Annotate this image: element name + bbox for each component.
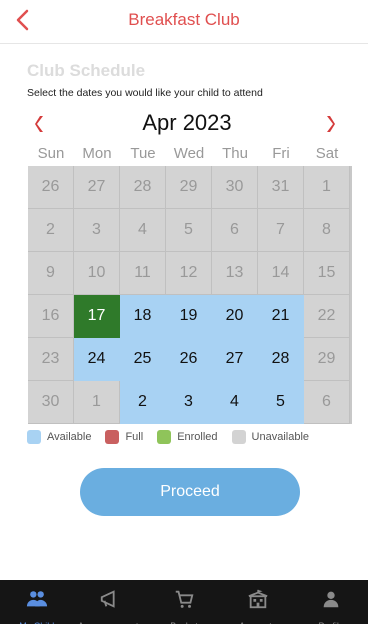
legend-swatch <box>105 430 120 444</box>
calendar-day-unavailable: 10 <box>74 252 120 295</box>
month-navigation: Apr 2023 <box>28 110 346 138</box>
calendar-day-unavailable: 15 <box>304 252 350 295</box>
month-label: Apr 2023 <box>142 110 232 135</box>
calendar-day-unavailable: 5 <box>166 209 212 252</box>
calendar-day-unavailable: 23 <box>28 338 74 381</box>
legend-item: Available <box>27 430 91 444</box>
calendar-day-available[interactable]: 20 <box>212 295 258 338</box>
calendar-day-available[interactable]: 24 <box>74 338 120 381</box>
calendar-day-unavailable: 6 <box>304 381 350 424</box>
legend-label: Full <box>125 431 144 443</box>
calendar-day-unavailable: 27 <box>74 166 120 209</box>
tab-my-child[interactable]: My Child <box>0 580 74 624</box>
calendar-day-unavailable: 12 <box>166 252 212 295</box>
weekday-label: Wed <box>173 145 205 162</box>
calendar-grid: 26 27 28 29 30 31 1 2 3 4 5 6 7 8 9 10 11 12 13 14 15 16 17 18 1… <box>28 166 352 424</box>
calendar-day-unavailable: 6 <box>212 209 258 252</box>
legend-item: Full <box>105 430 143 444</box>
weekday-label: Tue <box>130 145 156 162</box>
calendar-day-available[interactable]: 27 <box>212 338 258 381</box>
section-title: Club Schedule <box>27 61 146 80</box>
calendar-day-unavailable: 29 <box>304 338 350 381</box>
calendar-day-unavailable: 2 <box>28 209 74 252</box>
calendar-day-unavailable: 28 <box>120 166 166 209</box>
weekday-label: Fri <box>272 145 290 162</box>
calendar-day-unavailable: 29 <box>166 166 212 209</box>
legend: Available Full Enrolled Unavailable <box>27 428 357 446</box>
legend-label: Enrolled <box>177 431 218 443</box>
calendar-day-available[interactable]: 19 <box>166 295 212 338</box>
section-subtitle: Select the dates you would like your chi… <box>27 87 263 99</box>
tab-announcements[interactable]: Announcements <box>74 580 148 624</box>
weekday-label: Thu <box>222 145 248 162</box>
calendar-day-available[interactable]: 21 <box>258 295 304 338</box>
calendar-day-available[interactable]: 4 <box>212 381 258 424</box>
legend-swatch <box>157 430 172 444</box>
next-month-button[interactable] <box>326 114 346 134</box>
building-icon <box>247 588 269 615</box>
calendar-day-unavailable: 1 <box>304 166 350 209</box>
tab-bar: My ChildAnnouncementsBasketAccountsProfi… <box>0 580 368 624</box>
cart-icon <box>173 588 195 615</box>
tab-accounts[interactable]: Accounts <box>221 580 295 624</box>
header: Breakfast Club <box>0 0 368 44</box>
people-icon <box>26 588 48 615</box>
calendar-day-available[interactable]: 28 <box>258 338 304 381</box>
weekday-label: Sun <box>37 145 65 162</box>
legend-item: Enrolled <box>157 430 218 444</box>
calendar-day-unavailable: 7 <box>258 209 304 252</box>
calendar-day-unavailable: 3 <box>74 209 120 252</box>
calendar-day-unavailable: 13 <box>212 252 258 295</box>
calendar-day-unavailable: 9 <box>28 252 74 295</box>
calendar-day-unavailable: 26 <box>28 166 74 209</box>
legend-label: Available <box>47 431 92 443</box>
calendar-day-available[interactable]: 18 <box>120 295 166 338</box>
legend-swatch <box>231 430 246 444</box>
megaphone-icon <box>99 588 121 615</box>
calendar-day-unavailable: 16 <box>28 295 74 338</box>
calendar-day-unavailable: 30 <box>212 166 258 209</box>
tab-basket[interactable]: Basket <box>147 580 221 624</box>
weekday-header: Sun Mon Tue Wed Thu Fri Sat <box>28 145 350 165</box>
page-title: Breakfast Club <box>128 10 240 29</box>
tab-profile[interactable]: Profile <box>294 580 368 624</box>
calendar-day-available[interactable]: 5 <box>258 381 304 424</box>
calendar-day-available[interactable]: 25 <box>120 338 166 381</box>
weekday-label: Sat <box>315 145 339 162</box>
proceed-button[interactable]: Proceed <box>80 468 300 516</box>
calendar-day-unavailable: 8 <box>304 209 350 252</box>
calendar-day-available[interactable]: 3 <box>166 381 212 424</box>
legend-swatch <box>27 430 41 444</box>
person-icon <box>320 588 342 615</box>
legend-item: Unavailable <box>231 430 310 444</box>
calendar-day-unavailable: 22 <box>304 295 350 338</box>
calendar-day-unavailable: 31 <box>258 166 304 209</box>
weekday-label: Mon <box>82 145 112 162</box>
calendar-day-enrolled[interactable]: 17 <box>74 295 120 338</box>
calendar-day-unavailable: 1 <box>74 381 120 424</box>
calendar-day-unavailable: 4 <box>120 209 166 252</box>
calendar-day-available[interactable]: 2 <box>120 381 166 424</box>
calendar-day-unavailable: 11 <box>120 252 166 295</box>
calendar-day-available[interactable]: 26 <box>166 338 212 381</box>
calendar-day-unavailable: 30 <box>28 381 74 424</box>
calendar-day-unavailable: 14 <box>258 252 304 295</box>
legend-label: Unavailable <box>251 431 310 443</box>
chevron-right-icon <box>327 116 335 132</box>
